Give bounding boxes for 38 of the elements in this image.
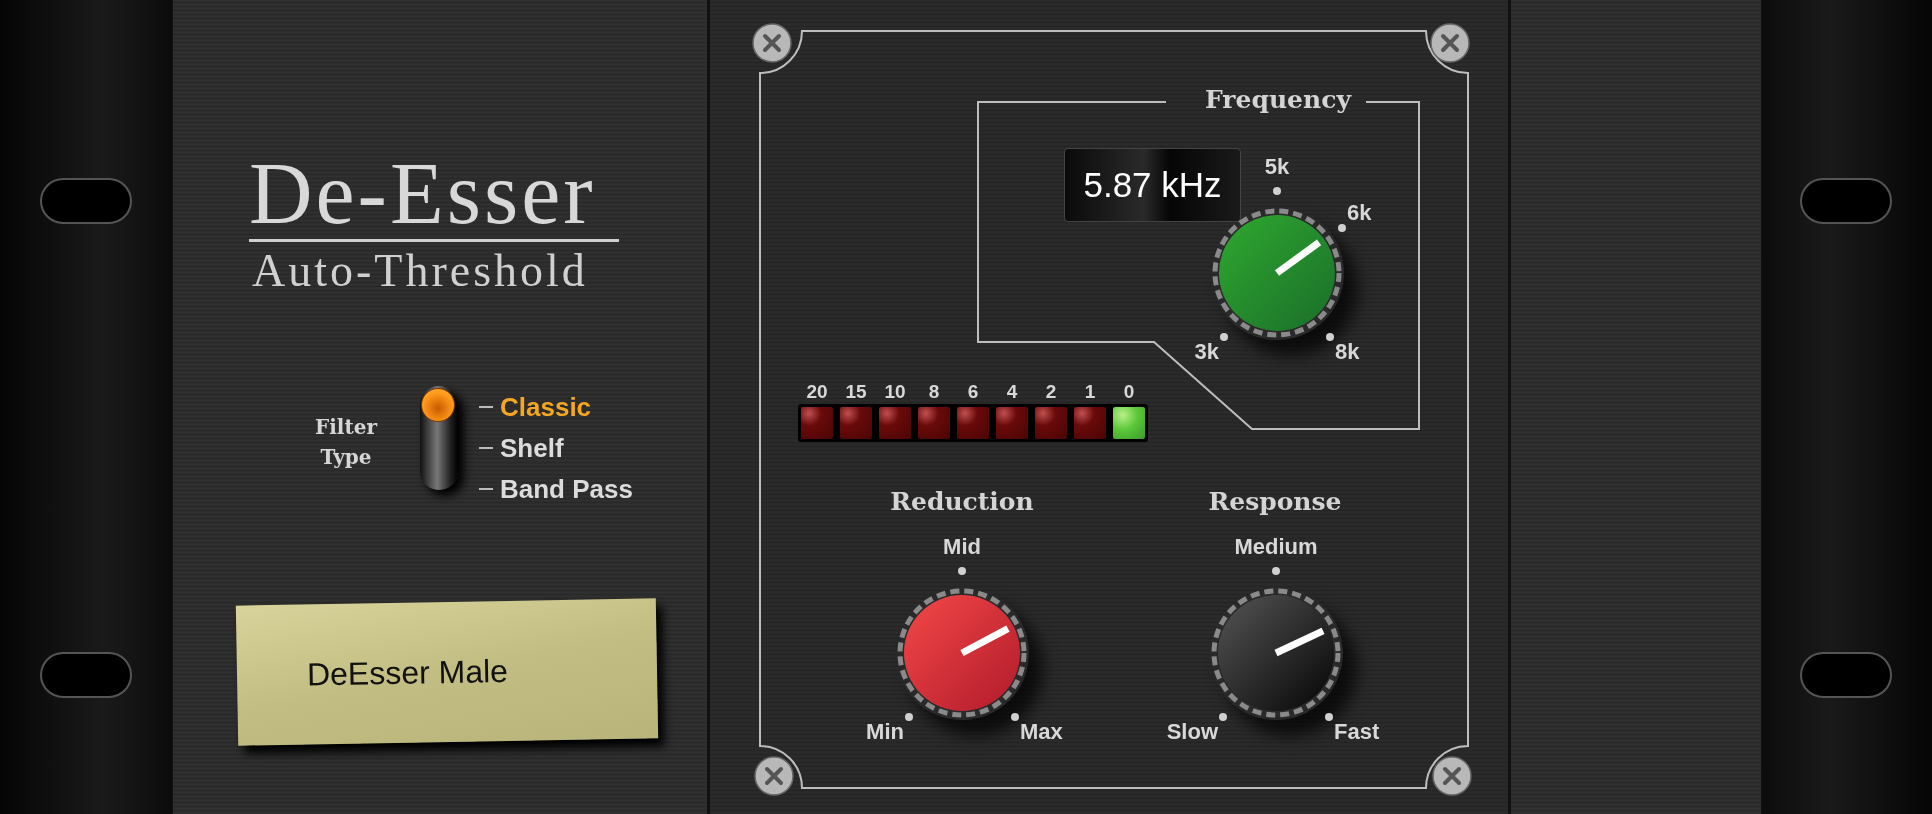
meter-scale-label: 20 — [805, 381, 829, 401]
filter-option[interactable]: Shelf — [500, 435, 564, 461]
plugin-subtitle: Auto-Threshold — [252, 248, 588, 294]
reduction-knob[interactable] — [895, 586, 1029, 720]
section-title: Frequency — [1204, 86, 1353, 112]
response-knob[interactable] — [1209, 586, 1343, 720]
scale-label: 5k — [1264, 156, 1290, 178]
section-title: Response — [1207, 488, 1343, 514]
scale-label: Mid — [943, 536, 981, 558]
scale-label: Fast — [1334, 721, 1380, 743]
meter-scale-label: 8 — [927, 381, 941, 401]
frequency-readout: 5.87 kHz — [1083, 163, 1222, 206]
section-title: Reduction — [889, 488, 1035, 514]
screw-icon — [754, 756, 794, 796]
meter-scale-label: 0 — [1122, 381, 1136, 401]
meter-scale-label: 1 — [1083, 381, 1097, 401]
filter-type-label: Filter Type — [314, 414, 379, 471]
meter-scale-label: 15 — [844, 381, 868, 401]
scale-label: Max — [1020, 721, 1063, 743]
filter-option[interactable]: Band Pass — [500, 476, 633, 502]
meter-scale-label: 6 — [966, 381, 980, 401]
scale-label: Medium — [1234, 536, 1318, 558]
filter-option[interactable]: Classic — [500, 394, 592, 420]
scale-label: Slow — [1166, 721, 1218, 743]
scale-label: 6k — [1347, 202, 1372, 224]
scale-label: 8k — [1335, 341, 1360, 363]
plugin-title: De-Esser — [249, 150, 596, 238]
toggle-switch[interactable] — [420, 386, 458, 490]
meter-scale-label: 2 — [1044, 381, 1058, 401]
scale-label: 3k — [1194, 341, 1219, 363]
meter-scale-label: 4 — [1005, 381, 1019, 401]
scale-label: Min — [866, 721, 904, 743]
screw-icon — [1430, 23, 1470, 63]
preset-name: DeEsser Male — [305, 651, 509, 695]
screw-icon — [1432, 756, 1472, 796]
frequency-knob[interactable] — [1210, 206, 1344, 340]
meter-scale-label: 10 — [883, 381, 907, 401]
screw-icon — [752, 23, 792, 63]
